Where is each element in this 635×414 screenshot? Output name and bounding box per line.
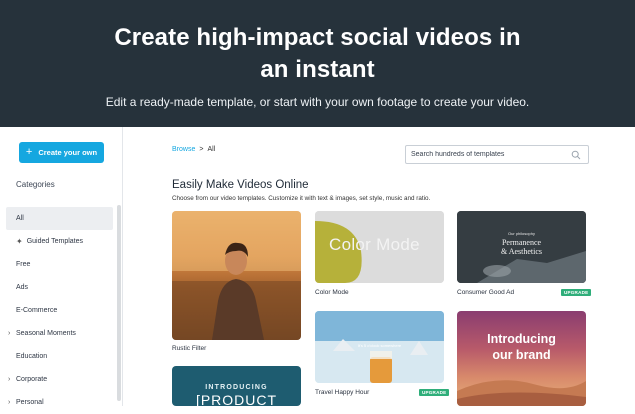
template-card-rustic-filter[interactable] [172,211,301,340]
breadcrumb-separator: > [199,146,204,153]
category-label: E-Commerce [16,307,58,314]
magic-wand-icon: ✦ [16,237,23,246]
sidebar: + Create your own Categories All ✦ Guide… [0,127,123,406]
category-all[interactable]: All [6,207,113,230]
template-card-introducing-product[interactable]: INTRODUCING [PRODUCT [172,366,301,406]
chevron-right-icon: › [8,399,11,406]
breadcrumb: Browse > All [172,146,215,153]
template-search [405,145,589,164]
hero-title-line-1: Create high-impact social videos in [114,24,521,51]
chevron-right-icon: › [8,376,11,383]
template-name: Travel Happy Hour [315,389,370,396]
category-ads[interactable]: Ads [6,276,113,299]
category-e-commerce[interactable]: E-Commerce [6,299,113,322]
template-card-color-mode[interactable]: Color Mode [315,211,444,283]
hero-banner: Create high-impact social videos in an i… [0,0,635,127]
category-corporate[interactable]: › Corporate [6,368,113,391]
section-subtitle: Choose from our video templates. Customi… [172,195,431,202]
template-name: Color Mode [315,289,349,296]
sidebar-scrollbar[interactable] [117,205,121,401]
category-label: Education [16,353,48,360]
category-label: Personal [16,399,44,406]
search-input[interactable] [411,151,566,158]
create-your-own-button[interactable]: + Create your own [19,142,104,163]
category-label: Free [16,261,31,268]
hero-title: Create high-impact social videos in an i… [0,22,635,86]
product-overlay-line-2: [PRODUCT [195,392,278,406]
template-card-consumer-good-ad[interactable]: Our philosophy Permanence & Aesthetics [457,211,586,283]
category-label: Ads [16,284,29,291]
hero-subtitle: Edit a ready-made template, or start wit… [105,95,530,109]
intro-overlay-line-2: our brand [492,348,551,362]
hero-title-line-2: an instant [260,56,375,83]
category-free[interactable]: Free [6,253,113,276]
chevron-right-icon: › [8,330,11,337]
category-guided-templates[interactable]: ✦ Guided Templates [6,230,113,253]
category-label: All [16,215,24,222]
product-overlay-line-1: INTRODUCING [205,384,268,391]
category-list: All ✦ Guided Templates Free Ads E-Commer… [6,207,113,414]
search-icon[interactable] [571,150,581,160]
template-name: Consumer Good Ad [457,289,515,296]
upgrade-badge: UPGRADE [561,289,592,296]
intro-overlay-line-1: Introducing [487,332,556,346]
breadcrumb-browse-link[interactable]: Browse [172,146,195,153]
category-education[interactable]: Education [6,345,113,368]
template-name: Rustic Filter [172,345,207,352]
template-card-travel-happy-hour[interactable]: It's 5 o'clock somewhere [315,311,444,383]
consumer-overlay-small: Our philosophy [508,231,535,236]
template-card-introducing-brand[interactable]: Introducing our brand [457,311,586,406]
breadcrumb-current: All [207,146,216,153]
category-label: Seasonal Moments [16,330,76,337]
rustic-filter-thumbnail [172,211,301,340]
travel-overlay-text: It's 5 o'clock somewhere [357,343,402,348]
category-seasonal-moments[interactable]: › Seasonal Moments [6,322,113,345]
upgrade-badge: UPGRADE [419,389,450,396]
category-personal[interactable]: › Personal [6,391,113,414]
consumer-overlay-line-1: Permanence [501,238,542,247]
category-label: Guided Templates [26,238,83,245]
category-label: Corporate [16,376,48,383]
categories-heading: Categories [16,180,55,189]
create-your-own-label: Create your own [38,148,98,157]
plus-icon: + [25,146,33,158]
consumer-overlay-line-2: & Aesthetics [500,247,543,256]
section-title: Easily Make Videos Online [172,179,309,191]
color-mode-overlay-text: Color Mode [329,235,420,254]
